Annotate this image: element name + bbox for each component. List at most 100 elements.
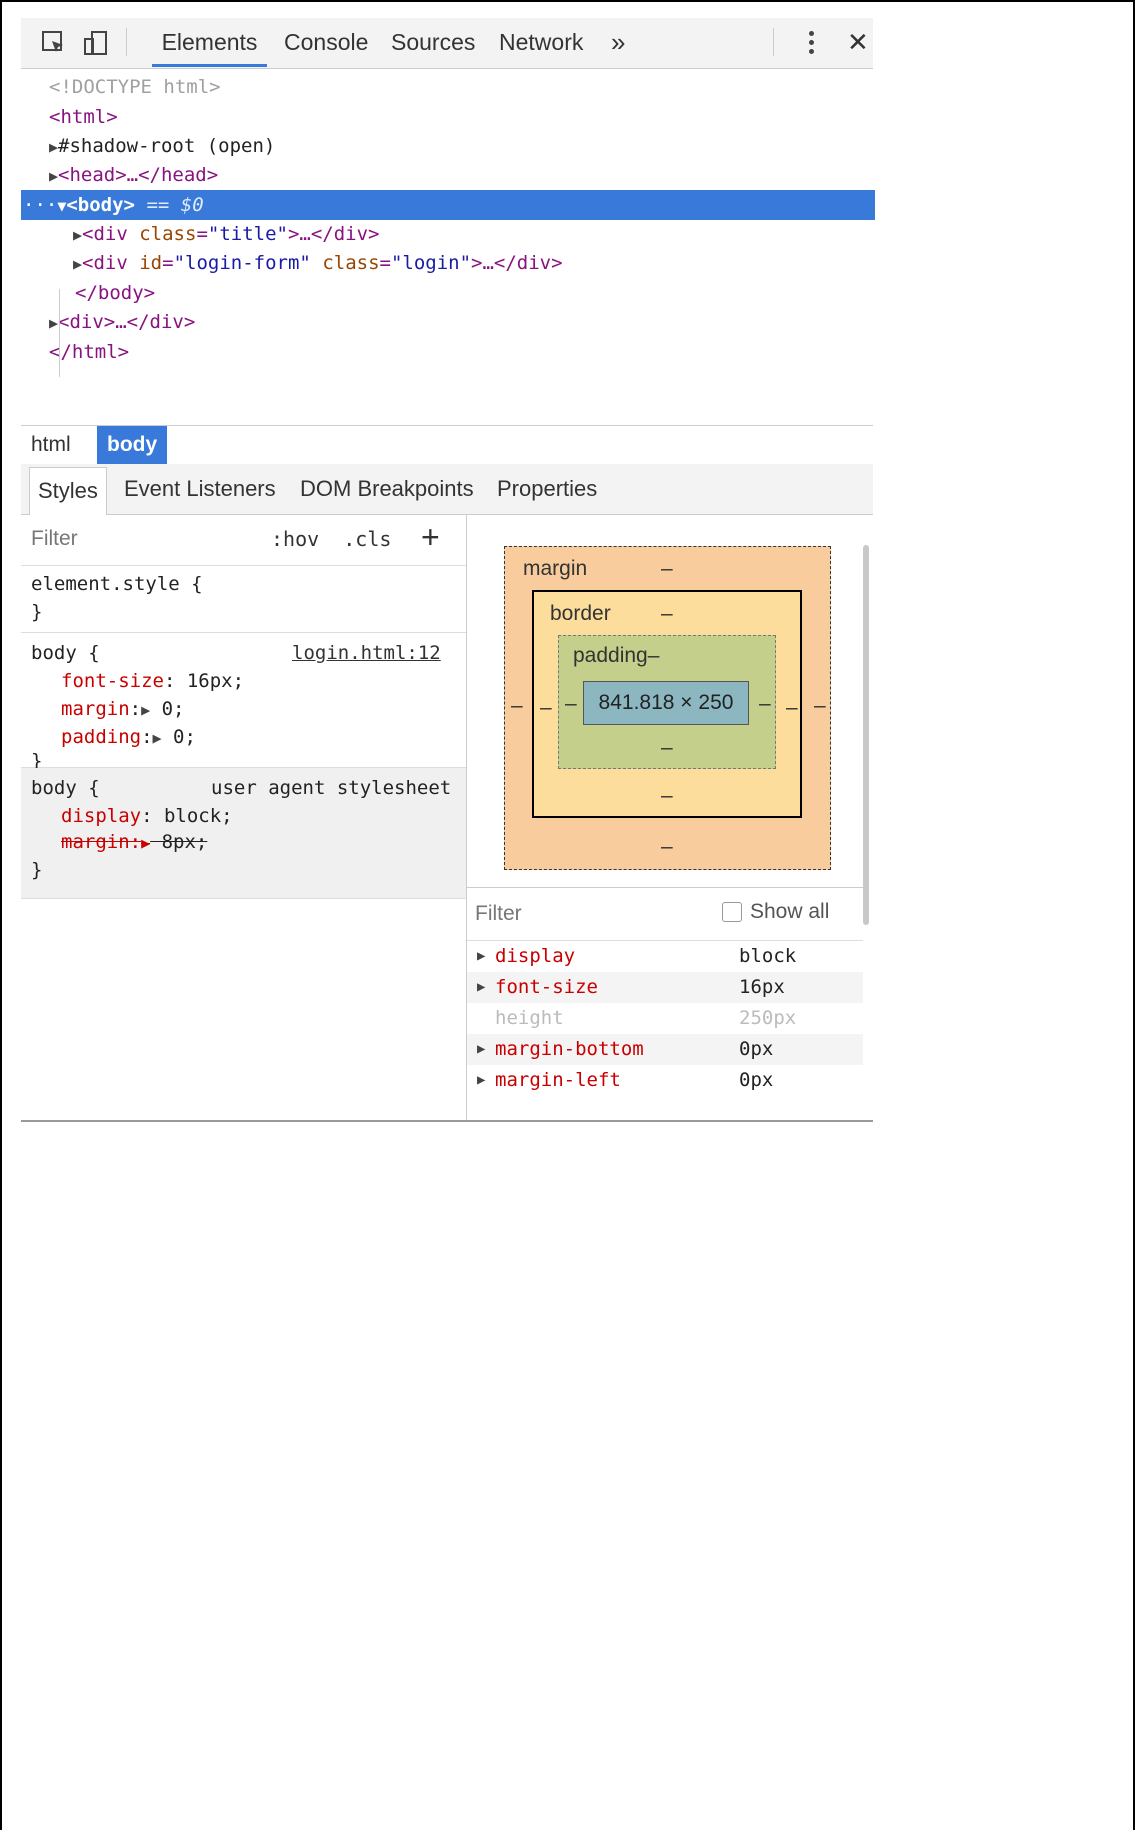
computed-filter-input[interactable]: Filter <box>475 902 522 926</box>
margin-right-value[interactable]: – <box>814 694 826 718</box>
body-close-tag: </body> <box>75 282 156 304</box>
tab-styles[interactable]: Styles <box>29 467 107 515</box>
div-tag: <div <box>82 252 140 274</box>
property-font-size[interactable]: font-size: 16px; <box>61 667 244 695</box>
expand-triangle-icon[interactable]: ▶ <box>73 226 82 244</box>
dom-shadow-root[interactable]: ▶#shadow-root (open) <box>21 131 901 161</box>
devtools-panel: Elements Console Sources Network » ✕ <!D… <box>21 18 875 1122</box>
expand-triangle-icon[interactable]: ▶ <box>73 255 82 273</box>
customize-menu-icon[interactable] <box>809 28 815 58</box>
property-display: display: block; <box>61 805 233 827</box>
div-tag: <div <box>82 223 140 245</box>
expand-triangle-icon[interactable]: ▶ <box>49 167 58 185</box>
close-icon[interactable]: ✕ <box>847 18 869 66</box>
margin-top-value[interactable]: – <box>661 557 673 581</box>
breadcrumb-html[interactable]: html <box>21 426 81 464</box>
more-dots-icon[interactable]: ··· <box>23 194 57 216</box>
expand-triangle-icon[interactable]: ▶ <box>477 972 485 1003</box>
computed-name: margin-left <box>495 1069 621 1091</box>
dom-body-selected[interactable]: ···▼<body> == $0 <box>21 190 875 220</box>
expand-triangle-icon[interactable]: ▶ <box>49 138 58 156</box>
scrollbar[interactable] <box>863 545 869 925</box>
border-top-value[interactable]: – <box>661 602 673 626</box>
dom-html-open[interactable]: <html> <box>21 102 901 132</box>
box-model-border[interactable]: border – – – – padding– – – – 841.818 × … <box>532 590 802 818</box>
html-close-tag: </html> <box>49 341 130 363</box>
tab-properties[interactable]: Properties <box>497 464 597 514</box>
new-rule-icon[interactable]: + <box>421 519 440 556</box>
styles-filter-row: Filter :hov .cls + <box>21 515 466 566</box>
dom-html-close[interactable]: </html> <box>21 337 901 367</box>
breadcrumb-body[interactable]: body <box>97 426 168 464</box>
computed-name: margin-bottom <box>495 1038 644 1060</box>
user-agent-rule: body { user agent stylesheet display: bl… <box>21 768 466 899</box>
collapse-triangle-icon[interactable]: ▼ <box>57 197 66 215</box>
tab-event-listeners[interactable]: Event Listeners <box>124 464 276 514</box>
tab-elements[interactable]: Elements <box>152 18 267 67</box>
box-model-padding[interactable]: padding– – – – 841.818 × 250 <box>558 635 776 769</box>
margin-left-value[interactable]: – <box>511 694 523 718</box>
div-tag-close: >…</div> <box>471 252 563 274</box>
breadcrumb: html body <box>21 425 873 465</box>
padding-bottom-value[interactable]: – <box>661 736 673 760</box>
hov-label: :hov <box>271 527 320 551</box>
body-ref: == $0 <box>135 194 204 216</box>
expand-triangle-icon[interactable]: ▶ <box>477 1034 485 1065</box>
dom-div-login[interactable]: ▶<div id="login-form" class="login">…</d… <box>21 248 925 278</box>
box-model-content-size[interactable]: 841.818 × 250 <box>583 681 749 725</box>
padding-right-value[interactable]: – <box>759 692 771 716</box>
property-margin[interactable]: margin:▶ 0; <box>61 695 184 723</box>
computed-name: font-size <box>495 976 598 998</box>
property-value[interactable]: 16px; <box>187 670 244 692</box>
rule-selector[interactable]: body { <box>31 639 100 667</box>
rule-selector: body { <box>31 777 100 799</box>
computed-value: 0px <box>739 1069 774 1091</box>
tab-dom-breakpoints[interactable]: DOM Breakpoints <box>300 464 474 514</box>
computed-property-row[interactable]: ▶ font-size 16px <box>467 972 863 1003</box>
html-tag: <html> <box>49 106 118 128</box>
expand-triangle-icon[interactable]: ▶ <box>153 729 162 747</box>
border-left-value[interactable]: – <box>540 696 552 720</box>
property-value[interactable]: 0; <box>162 698 185 720</box>
computed-property-row[interactable]: ▶ display block <box>467 941 863 972</box>
show-all-checkbox[interactable] <box>722 902 742 922</box>
tab-network[interactable]: Network <box>499 18 583 67</box>
attr-value: "login-form" <box>173 252 311 274</box>
property-padding[interactable]: padding:▶ 0; <box>61 723 196 751</box>
computed-property-row[interactable]: ▶ margin-bottom 0px <box>467 1034 863 1065</box>
computed-property-row[interactable]: height 250px <box>467 1003 863 1034</box>
device-toolbar-icon[interactable] <box>83 30 109 56</box>
attr-name: id <box>139 252 163 274</box>
padding-label: padding– <box>573 644 659 668</box>
computed-property-row[interactable]: ▶ margin-left 0px <box>467 1065 863 1096</box>
styles-pane: Filter :hov .cls + element.style { } bod… <box>21 515 467 1120</box>
dom-doctype[interactable]: <!DOCTYPE html> <box>21 72 901 102</box>
more-tabs-icon[interactable]: » <box>611 18 625 66</box>
dom-body-close[interactable]: </body> <box>21 278 927 308</box>
property-margin-overridden: margin:▶ 8px; <box>61 828 207 856</box>
cls-label[interactable]: .cls <box>343 527 391 551</box>
tab-console[interactable]: Console <box>284 18 368 67</box>
padding-left-value[interactable]: – <box>565 692 577 716</box>
border-bottom-value[interactable]: – <box>661 784 673 808</box>
hover-state-toggle[interactable]: :hov .cls <box>271 527 391 551</box>
dom-div-title[interactable]: ▶<div class="title">…</div> <box>21 219 925 249</box>
expand-triangle-icon[interactable]: ▶ <box>141 701 150 719</box>
expand-triangle-icon[interactable]: ▶ <box>49 314 58 332</box>
tab-sources[interactable]: Sources <box>391 18 475 67</box>
property-value[interactable]: 0; <box>173 726 196 748</box>
element-style-selector[interactable]: element.style { <box>31 570 203 598</box>
inspect-element-icon[interactable] <box>41 30 67 56</box>
padding-top-value[interactable]: – <box>648 644 660 667</box>
source-link[interactable]: login.html:12 <box>292 639 441 667</box>
margin-bottom-value[interactable]: – <box>661 835 673 859</box>
property-name: display <box>61 805 142 827</box>
expand-triangle-icon[interactable]: ▶ <box>477 1065 485 1096</box>
styles-filter-input[interactable]: Filter <box>31 527 78 551</box>
expand-triangle-icon[interactable]: ▶ <box>477 941 485 972</box>
dom-div[interactable]: ▶<div>…</div> <box>21 307 901 337</box>
dom-head[interactable]: ▶<head>…</head> <box>21 160 901 190</box>
toolbar-separator <box>773 28 774 56</box>
border-right-value[interactable]: – <box>786 696 798 720</box>
box-model-margin[interactable]: margin – – – – border – – – – padding– –… <box>504 546 831 870</box>
